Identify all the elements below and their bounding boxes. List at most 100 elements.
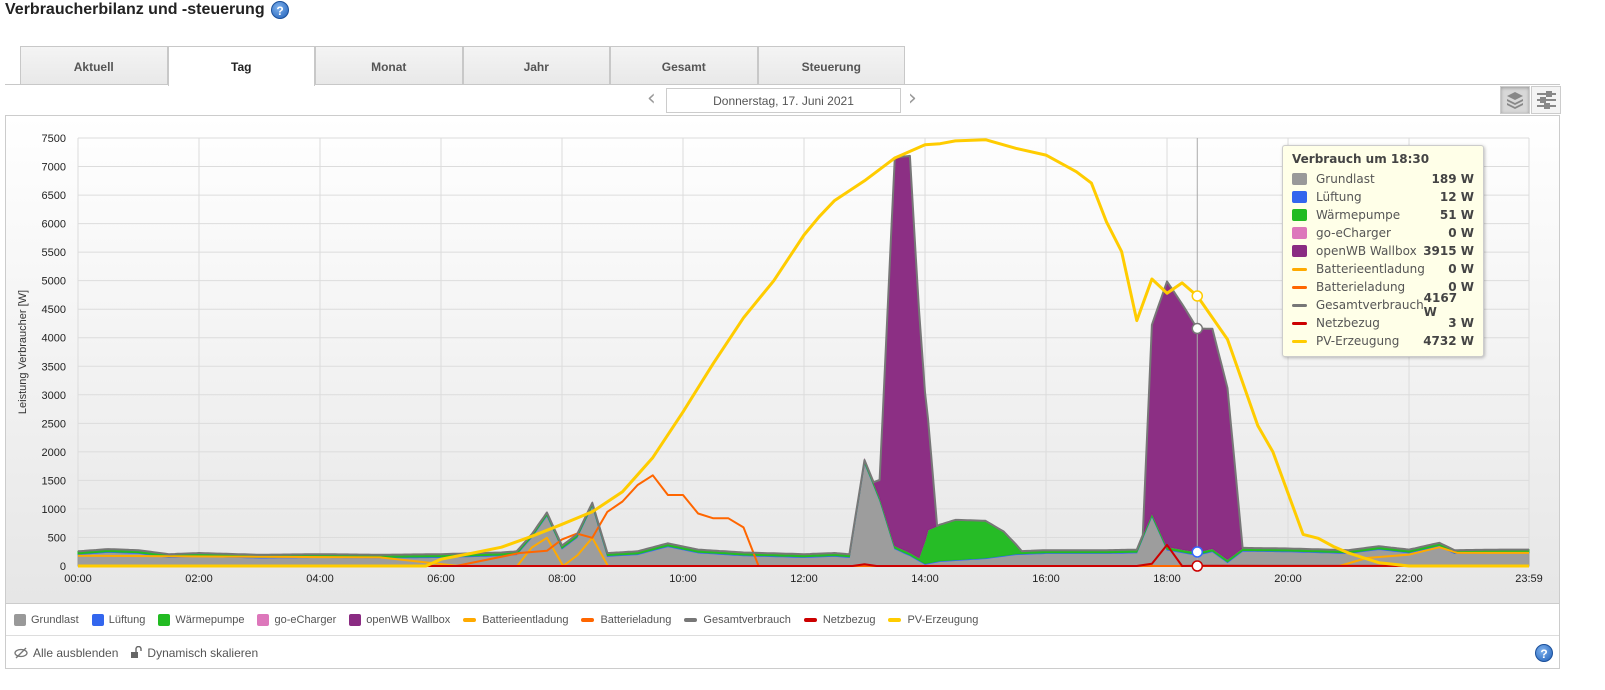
tooltip-row: go-eCharger 0 W [1292, 224, 1474, 242]
tooltip-series-name: Batterieentladung [1316, 262, 1425, 276]
tab-tag[interactable]: Tag [167, 46, 315, 86]
legend-item[interactable]: Netzbezug [803, 613, 876, 626]
y-tick-label: 7000 [42, 162, 66, 174]
tooltip-series-value: 12 W [1439, 190, 1474, 204]
series-swatch-icon [1292, 321, 1307, 325]
legend-label: Grundlast [31, 613, 79, 626]
legend-item[interactable]: Gesamtverbrauch [684, 613, 791, 626]
tooltip-row: Wärmepumpe 51 W [1292, 206, 1474, 224]
x-tick-label: 14:00 [911, 573, 939, 585]
hide-all-button[interactable]: Alle ausblenden [14, 646, 118, 660]
y-tick-label: 3000 [42, 390, 66, 402]
y-tick-label: 5000 [42, 276, 66, 288]
series-swatch-icon [1292, 245, 1307, 257]
legend-label: Netzbezug [822, 613, 876, 626]
x-tick-label: 06:00 [427, 573, 455, 585]
tooltip-row: Batterieentladung 0 W [1292, 260, 1474, 278]
y-tick-label: 7500 [42, 133, 66, 145]
tooltip-series-name: Gesamtverbrauch [1315, 298, 1424, 312]
tooltip-row: Netzbezug 3 W [1292, 314, 1474, 332]
hover-marker [1191, 546, 1204, 558]
series-swatch-icon [1292, 191, 1307, 203]
tooltip-title: Verbrauch um 18:30 [1292, 152, 1430, 166]
legend-item[interactable]: Lüftung [91, 613, 146, 626]
legend-swatch-icon [257, 613, 270, 626]
tooltip-row: PV-Erzeugung 4732 W [1292, 332, 1474, 350]
legend-swatch-icon [158, 613, 171, 626]
tooltip-series-name: openWB Wallbox [1316, 244, 1417, 258]
tooltip-row: openWB Wallbox 3915 W [1292, 242, 1474, 260]
y-tick-label: 1000 [42, 504, 66, 516]
unlock-icon [131, 646, 143, 658]
series-swatch-icon [1292, 267, 1307, 271]
x-tick-label: 23:59 [1515, 573, 1543, 585]
dynamic-scale-label: Dynamisch skalieren [147, 645, 259, 660]
tooltip-series-value: 3 W [1448, 316, 1474, 330]
x-tick-label: 00:00 [64, 573, 92, 585]
y-tick-label: 6000 [42, 219, 66, 231]
tooltip-series-value: 189 W [1431, 172, 1474, 186]
legend-label: go-eCharger [274, 613, 337, 626]
tooltip-series-name: Netzbezug [1316, 316, 1380, 330]
x-tick-label: 22:00 [1395, 573, 1423, 585]
tooltip-series-name: Wärmepumpe [1316, 208, 1401, 222]
tooltip: Verbrauch um 18:30 Grundlast 189 W Lüftung… [1282, 145, 1484, 357]
tooltip-series-name: PV-Erzeugung [1316, 334, 1400, 348]
hover-marker [1191, 322, 1204, 335]
legend-label: Wärmepumpe [175, 613, 245, 626]
hover-marker [1191, 560, 1204, 572]
y-tick-label: 3500 [42, 361, 66, 373]
series-swatch-icon [1292, 173, 1307, 185]
legend-label: Batterieentladung [482, 613, 569, 626]
hover-marker [1191, 290, 1204, 302]
tooltip-series-name: Grundlast [1316, 172, 1375, 186]
legend-swatch-icon [888, 617, 902, 622]
legend-item[interactable]: go-eCharger [257, 613, 337, 626]
legend-swatch-icon [91, 613, 104, 626]
x-tick-label: 04:00 [306, 573, 334, 585]
dynamic-scale-toggle[interactable]: Dynamisch skalieren [130, 646, 258, 660]
legend-swatch-icon [581, 617, 595, 622]
tooltip-series-name: Lüftung [1316, 190, 1362, 204]
eye-slash-icon [14, 647, 28, 658]
x-tick-label: 16:00 [1032, 573, 1060, 585]
y-tick-label: 4000 [42, 333, 66, 345]
legend-swatch-icon [463, 617, 477, 622]
legend-swatch-icon [684, 617, 698, 622]
series-swatch-icon [1292, 209, 1307, 221]
legend-label: Lüftung [108, 613, 146, 626]
legend-label: Batterieladung [600, 613, 672, 626]
legend-item[interactable]: Wärmepumpe [158, 613, 245, 626]
x-tick-label: 12:00 [790, 573, 818, 585]
help-icon-bottom[interactable]: ? [1535, 643, 1553, 662]
tooltip-series-value: 0 W [1448, 226, 1474, 240]
x-tick-label: 18:00 [1153, 573, 1181, 585]
tooltip-series-value: 4167 W [1423, 291, 1458, 319]
tooltip-row: Grundlast 189 W [1292, 170, 1474, 188]
tooltip-series-name: go-eCharger [1316, 226, 1391, 240]
y-axis-label: Leistung Verbraucher [W] [17, 290, 29, 414]
legend-item[interactable]: Batterieentladung [463, 614, 568, 626]
tooltip-row: Lüftung 12 W [1292, 188, 1474, 206]
legend-label: Gesamtverbrauch [703, 613, 791, 626]
x-tick-label: 02:00 [185, 573, 213, 585]
y-tick-label: 500 [48, 532, 66, 544]
x-tick-label: 08:00 [548, 573, 576, 585]
chart-legend: Grundlast Lüftung Wärmepumpe go-eCharger ope… [6, 603, 1559, 636]
legend-swatch-icon [14, 613, 26, 626]
tooltip-row: Gesamtverbrauch 4167 W [1292, 291, 1474, 319]
legend-item[interactable]: PV-Erzeugung [888, 614, 978, 626]
series-swatch-icon [1292, 339, 1307, 343]
legend-label: PV-Erzeugung [907, 613, 979, 626]
legend-item[interactable]: Grundlast [14, 613, 79, 626]
legend-swatch-icon [349, 613, 362, 626]
legend-swatch-icon [803, 617, 817, 622]
x-tick-label: 20:00 [1274, 573, 1302, 585]
y-tick-label: 2500 [42, 418, 66, 430]
tooltip-series-value: 3915 W [1423, 244, 1474, 258]
series-swatch-icon [1292, 285, 1307, 289]
hide-all-label: Alle ausblenden [33, 645, 119, 660]
legend-item[interactable]: Batterieladung [581, 614, 671, 626]
y-tick-label: 6500 [42, 190, 66, 202]
legend-item[interactable]: openWB Wallbox [349, 613, 450, 626]
